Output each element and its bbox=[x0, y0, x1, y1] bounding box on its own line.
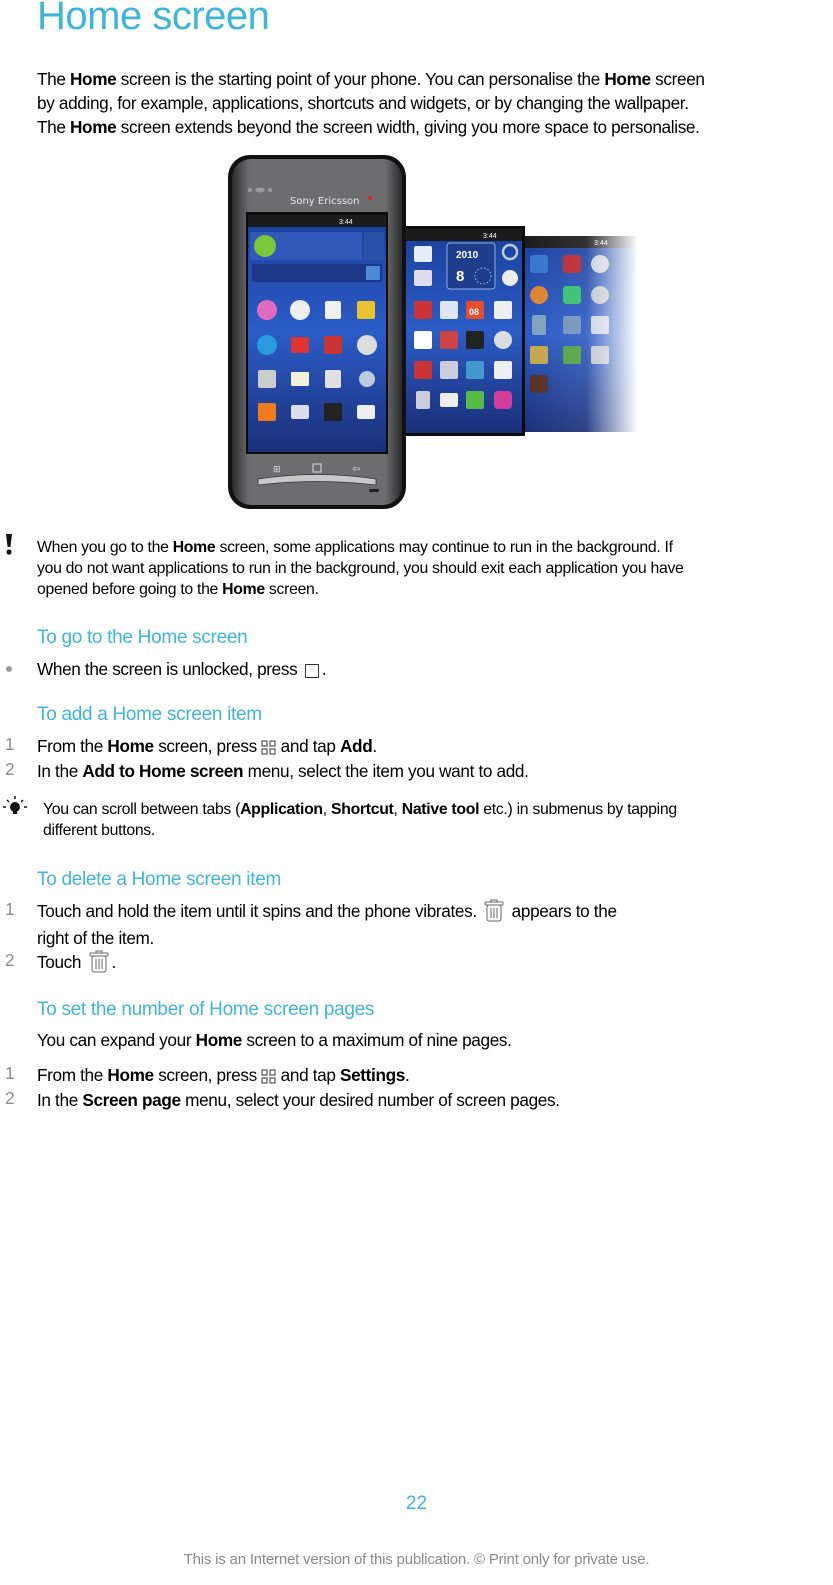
warning-line-3: opened before going to the Home screen. bbox=[37, 579, 833, 600]
warning-line-2: you do not want applications to run in t… bbox=[37, 560, 684, 577]
brand-logo: Sony Ericsson bbox=[290, 196, 359, 207]
delete-step-2: Touch . bbox=[37, 950, 827, 974]
text: . bbox=[405, 1065, 410, 1085]
menu-key-icon bbox=[261, 1069, 276, 1084]
add-step-2: In the Add to Home screen menu, select t… bbox=[37, 759, 827, 783]
delete-step-1: Touch and hold the item until it spins a… bbox=[37, 899, 827, 923]
step-number: 2 bbox=[5, 950, 15, 970]
section-heading-add-item: To add a Home screen item bbox=[37, 704, 262, 725]
text: and tap bbox=[276, 736, 340, 756]
text: and tap bbox=[276, 1065, 340, 1085]
intro-line-1: The Home screen is the starting point of… bbox=[37, 67, 833, 91]
tip-line-1: You can scroll between tabs (Application… bbox=[43, 799, 833, 820]
step-number: 1 bbox=[5, 1063, 15, 1083]
step-number: 1 bbox=[5, 899, 15, 919]
bold-text: Screen page bbox=[82, 1090, 181, 1110]
text: From the bbox=[37, 1065, 108, 1085]
footer-notice: This is an Internet version of this publ… bbox=[183, 1551, 650, 1568]
intro-line-2: by adding, for example, applications, sh… bbox=[37, 93, 689, 113]
text: screen to a maximum of nine pages. bbox=[242, 1030, 512, 1050]
text: screen extends beyond the screen width, … bbox=[116, 117, 700, 137]
bold-text: Home bbox=[222, 581, 265, 598]
bold-text: Settings bbox=[339, 1065, 405, 1085]
bold-text: Home bbox=[604, 69, 651, 89]
text: You can scroll between tabs ( bbox=[43, 801, 241, 818]
phone-svg: 3:44 3:44 bbox=[228, 155, 638, 509]
text: , bbox=[322, 801, 331, 818]
text: . bbox=[111, 952, 117, 972]
pages-step-2: In the Screen page menu, select your des… bbox=[37, 1088, 827, 1112]
status-time: 3:44 bbox=[339, 219, 353, 226]
text: menu, select the item you want to add. bbox=[243, 761, 529, 781]
pages-intro: You can expand your Home screen to a max… bbox=[37, 1028, 827, 1052]
text: opened before going to the bbox=[37, 581, 223, 598]
step-number: 2 bbox=[5, 1088, 15, 1108]
intro-line-3: The Home screen extends beyond the scree… bbox=[37, 115, 833, 139]
bold-text: Add bbox=[339, 736, 373, 756]
menu-key-icon bbox=[261, 740, 276, 755]
step-number: 1 bbox=[5, 734, 15, 754]
text: screen, press bbox=[153, 736, 262, 756]
section-heading-delete-item: To delete a Home screen item bbox=[37, 869, 281, 890]
page-title: Home screen bbox=[37, 0, 270, 38]
text: screen, press bbox=[153, 1065, 262, 1085]
phone-device: 3:44 Sony Ericsson ⊞ ⇦ bbox=[228, 155, 406, 509]
bold-text: Home bbox=[172, 539, 216, 556]
text: menu, select your desired number of scre… bbox=[180, 1090, 560, 1110]
text: screen bbox=[650, 69, 705, 89]
text: When the screen is unlocked, press bbox=[37, 659, 302, 679]
back-key: ⇦ bbox=[352, 464, 360, 475]
home-key-icon bbox=[304, 664, 319, 678]
bold-text: Native tool bbox=[401, 801, 480, 818]
bold-text: Home bbox=[70, 69, 117, 89]
text: etc.) in submenus by tapping bbox=[479, 801, 677, 818]
text: You can expand your bbox=[37, 1030, 196, 1050]
calendar-day: 8 bbox=[456, 268, 464, 285]
text: From the bbox=[37, 736, 108, 756]
lightbulb-icon bbox=[3, 796, 27, 814]
warning-line-1: When you go to the Home screen, some app… bbox=[37, 537, 833, 558]
bullet-icon bbox=[6, 666, 12, 672]
section-heading-pages: To set the number of Home screen pages bbox=[37, 999, 375, 1020]
delete-step-1-line-2: right of the item. bbox=[37, 928, 154, 948]
bold-text: Shortcut bbox=[330, 801, 394, 818]
text: , bbox=[393, 801, 402, 818]
text: screen, some applications may continue t… bbox=[215, 539, 673, 556]
tip-line-2: different buttons. bbox=[43, 822, 155, 839]
text: . bbox=[372, 736, 377, 756]
phone-illustration: 3:44 3:44 bbox=[228, 152, 638, 512]
section-heading-go-home: To go to the Home screen bbox=[37, 627, 248, 648]
calendar-icon-date: 08 bbox=[469, 307, 479, 317]
text: Touch and hold the item until it spins a… bbox=[37, 901, 482, 921]
bold-text: Add to Home screen bbox=[82, 761, 244, 781]
step-number: 2 bbox=[5, 759, 15, 779]
bold-text: Application bbox=[240, 801, 323, 818]
text: screen. bbox=[264, 581, 319, 598]
home-page-3: 3:44 bbox=[523, 236, 638, 432]
menu-key: ⊞ bbox=[273, 465, 281, 475]
text: . bbox=[321, 659, 327, 679]
text: The bbox=[37, 69, 70, 89]
text: In the bbox=[37, 761, 83, 781]
trash-icon bbox=[484, 899, 504, 922]
status-time: 3:44 bbox=[483, 233, 497, 240]
go-home-bullet: When the screen is unlocked, press . bbox=[37, 657, 827, 681]
text: The bbox=[37, 117, 70, 137]
page-number: 22 bbox=[405, 1493, 428, 1514]
home-page-2: 3:44 2010 8 08 bbox=[403, 226, 525, 436]
bold-text: Home bbox=[195, 1030, 243, 1050]
calendar-year: 2010 bbox=[456, 250, 479, 261]
text: When you go to the bbox=[37, 539, 173, 556]
exclamation-icon bbox=[6, 534, 12, 555]
text: appears to the bbox=[507, 901, 617, 921]
bold-text: Home bbox=[107, 1065, 154, 1085]
pages-step-1: From the Home screen, press and tap Sett… bbox=[37, 1063, 827, 1087]
text: In the bbox=[37, 1090, 83, 1110]
trash-icon bbox=[89, 950, 109, 973]
text: Touch bbox=[37, 952, 86, 972]
add-step-1: From the Home screen, press and tap Add. bbox=[37, 734, 827, 758]
bold-text: Home bbox=[107, 736, 154, 756]
text: screen is the starting point of your pho… bbox=[116, 69, 605, 89]
bold-text: Home bbox=[70, 117, 117, 137]
